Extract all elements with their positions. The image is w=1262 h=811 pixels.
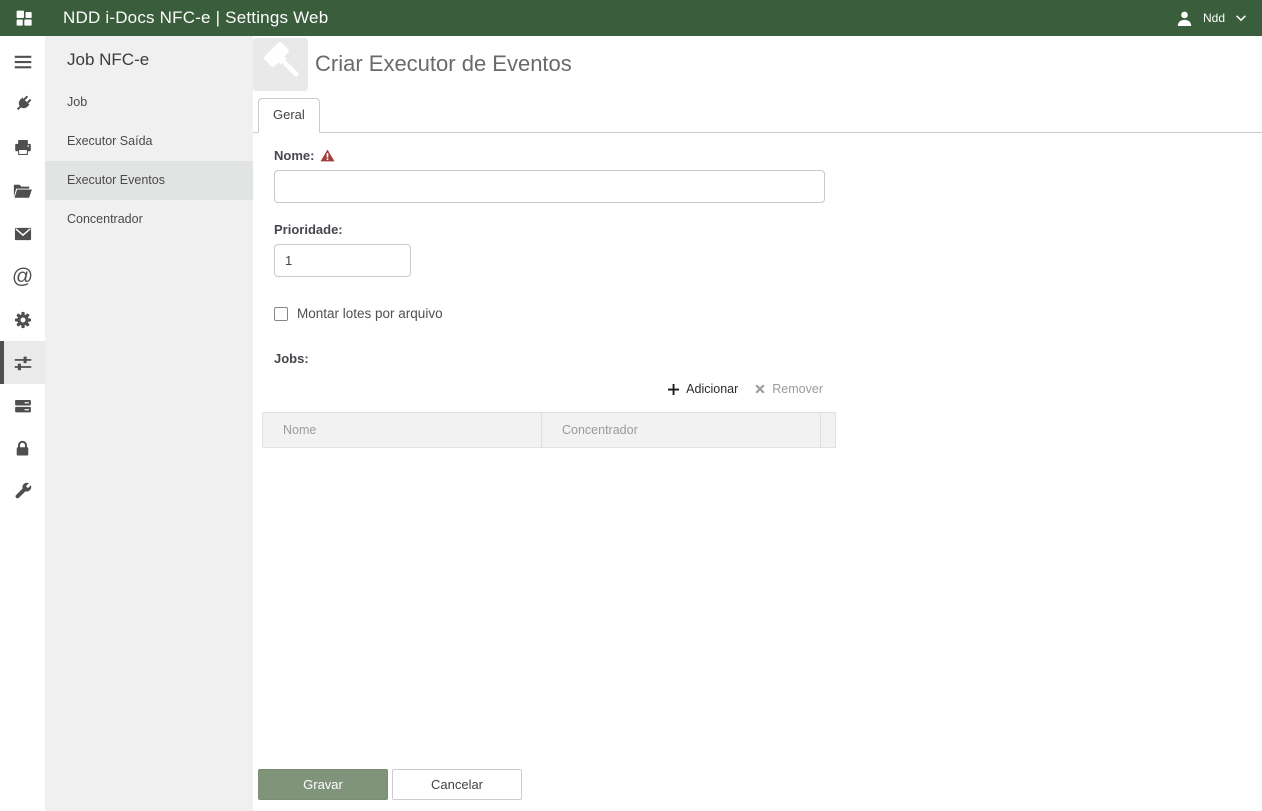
nome-label-row: Nome:	[274, 148, 1262, 163]
cancel-button[interactable]: Cancelar	[392, 769, 522, 800]
wrench-icon	[15, 482, 32, 499]
add-job-label: Adicionar	[686, 382, 739, 396]
user-name: Ndd	[1202, 11, 1225, 25]
remove-job-button[interactable]: Remover	[755, 382, 823, 396]
form-actions: Gravar Cancelar	[258, 769, 522, 800]
gear-icon	[14, 311, 31, 328]
rail-item-settings[interactable]	[0, 298, 45, 341]
montar-lotes-label: Montar lotes por arquivo	[297, 306, 443, 321]
prioridade-block: Prioridade:	[274, 222, 1262, 277]
nome-label: Nome:	[274, 148, 315, 163]
rail-item-server[interactable]	[0, 384, 45, 427]
sidebar-title: Job NFC-e	[67, 50, 150, 69]
chevron-down-icon	[1236, 15, 1246, 22]
rail-item-envelope[interactable]	[0, 212, 45, 255]
sidebar: Job NFC-e Job Executor Saída Executor Ev…	[45, 36, 253, 811]
tab-geral[interactable]: Geral	[258, 98, 320, 133]
sliders-icon	[14, 356, 31, 370]
rail-item-email[interactable]: @	[0, 255, 45, 298]
page-header: Criar Executor de Eventos	[253, 36, 1262, 97]
rail-item-menu[interactable]	[0, 40, 45, 83]
sidebar-list: Job Executor Saída Executor Eventos Conc…	[45, 83, 253, 239]
rail-item-plug[interactable]	[0, 83, 45, 126]
printer-icon	[14, 139, 31, 155]
server-icon	[14, 399, 31, 412]
main-content: Criar Executor de Eventos Geral Nome: Pr…	[253, 36, 1262, 811]
rail-item-jobs[interactable]	[0, 341, 45, 384]
jobs-grid-header: Nome Concentrador	[262, 412, 836, 448]
rail-item-folder[interactable]	[0, 169, 45, 212]
sidebar-item-executor-saida[interactable]: Executor Saída	[45, 122, 253, 161]
prioridade-label: Prioridade:	[274, 222, 343, 237]
column-header-nome[interactable]: Nome	[263, 413, 541, 447]
app-title: NDD i-Docs NFC-e | Settings Web	[63, 8, 329, 27]
nome-input[interactable]	[274, 170, 825, 203]
montar-lotes-checkbox[interactable]	[274, 306, 288, 321]
tabstrip: Geral	[253, 97, 1262, 133]
plug-icon	[16, 95, 32, 111]
gavel-icon	[253, 38, 308, 91]
sidebar-item-job[interactable]: Job	[45, 83, 253, 122]
sidebar-item-executor-eventos[interactable]: Executor Eventos	[45, 161, 253, 200]
topbar: NDD i-Docs NFC-e | Settings Web Ndd	[0, 0, 1262, 36]
remove-job-label: Remover	[772, 382, 823, 396]
rail-item-security[interactable]	[0, 427, 45, 470]
rail-item-tools[interactable]	[0, 470, 45, 513]
rail-item-printer[interactable]	[0, 126, 45, 169]
x-icon	[755, 384, 765, 394]
grid-icon	[16, 10, 32, 26]
add-job-button[interactable]: Adicionar	[668, 382, 738, 396]
menu-icon	[14, 55, 31, 68]
envelope-icon	[14, 227, 31, 240]
montar-lotes-checkbox-row[interactable]: Montar lotes por arquivo	[274, 306, 1262, 321]
lock-icon	[16, 440, 29, 456]
page-title: Criar Executor de Eventos	[315, 51, 572, 76]
sidebar-item-concentrador[interactable]: Concentrador	[45, 200, 253, 239]
required-warning-icon	[320, 149, 335, 162]
form: Nome: Prioridade: Montar lotes por arqui…	[253, 133, 1262, 448]
jobs-grid-toolbar: Adicionar Remover	[262, 374, 836, 404]
column-header-filler	[820, 413, 835, 447]
at-sign-icon: @	[11, 265, 34, 288]
jobs-label: Jobs:	[274, 351, 309, 366]
column-header-concentrador[interactable]: Concentrador	[541, 413, 820, 447]
app-grid-icon[interactable]	[12, 6, 36, 30]
plus-icon	[668, 383, 680, 395]
icon-rail: @	[0, 36, 45, 811]
save-button[interactable]: Gravar	[258, 769, 388, 800]
user-menu[interactable]: Ndd	[1175, 9, 1248, 28]
folder-open-icon	[13, 184, 32, 198]
prioridade-input[interactable]	[274, 244, 411, 277]
jobs-grid: Adicionar Remover Nome Concentrador	[262, 374, 836, 448]
user-icon	[1177, 11, 1192, 26]
